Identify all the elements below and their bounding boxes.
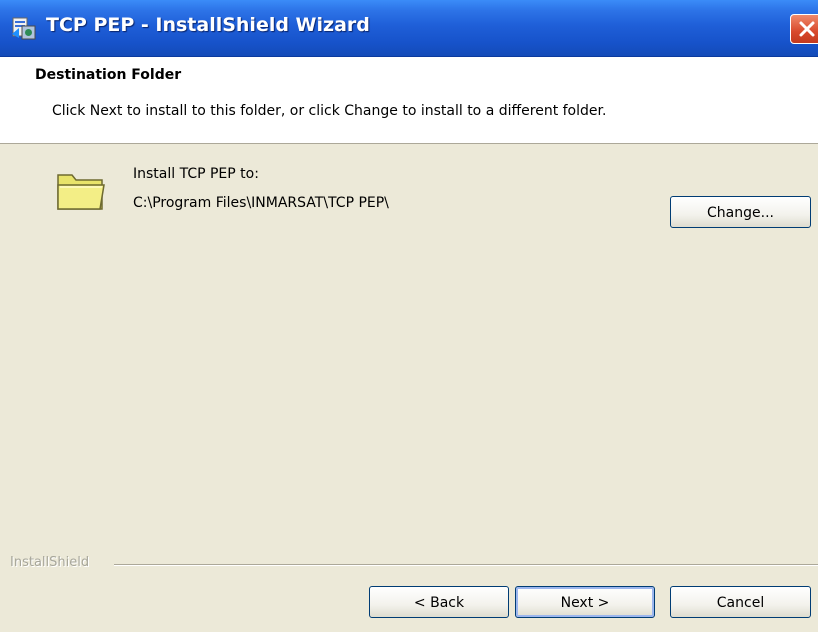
page-description: Click Next to install to this folder, or… bbox=[52, 103, 607, 119]
close-icon bbox=[799, 21, 815, 37]
header-banner: Destination Folder Click Next to install… bbox=[0, 57, 818, 144]
title-bar[interactable]: TCP PEP - InstallShield Wizard bbox=[0, 0, 818, 57]
folder-icon bbox=[54, 167, 108, 213]
close-button[interactable] bbox=[790, 14, 818, 44]
install-path: C:\Program Files\INMARSAT\TCP PEP\ bbox=[133, 195, 389, 211]
install-location-label: Install TCP PEP to: bbox=[133, 166, 259, 182]
page-title: Destination Folder bbox=[35, 67, 182, 83]
window-title: TCP PEP - InstallShield Wizard bbox=[46, 14, 370, 36]
cancel-button[interactable]: Cancel bbox=[670, 586, 811, 618]
footer-divider bbox=[114, 564, 818, 566]
installshield-brand: InstallShield bbox=[10, 555, 90, 570]
change-button[interactable]: Change... bbox=[670, 196, 811, 228]
back-button[interactable]: < Back bbox=[369, 586, 509, 618]
installer-icon bbox=[10, 14, 38, 42]
installer-window: TCP PEP - InstallShield Wizard Destinati… bbox=[0, 0, 818, 632]
next-button[interactable]: Next > bbox=[515, 586, 655, 618]
